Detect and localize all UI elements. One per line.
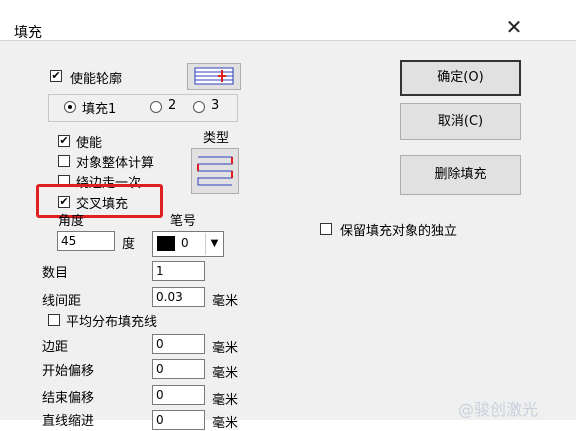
start-offset-input[interactable]: 0 [152,359,205,379]
keep-independent-checkbox[interactable] [320,223,332,235]
pen-color-swatch [157,236,175,251]
tab-fill1-radio[interactable] [64,101,76,113]
hatch-icon [194,67,234,85]
cross-fill-checkbox[interactable]: ✔ [58,196,70,208]
fill-tabs-group [48,94,238,122]
line-shrink-label: 直线缩进 [42,414,95,429]
margin-input[interactable]: 0 [152,334,205,354]
tab-fill2-radio[interactable] [150,101,162,113]
count-label: 数目 [42,266,69,281]
close-icon[interactable]: ✕ [503,17,525,39]
ok-button[interactable]: 确定(O) [400,60,521,96]
chevron-down-icon[interactable]: ▼ [205,233,223,255]
fill-type-button[interactable] [191,148,239,194]
zigzag-fill-icon [197,156,233,186]
delete-fill-button[interactable]: 删除填充 [400,155,521,195]
count-input[interactable]: 1 [152,261,205,281]
end-offset-label: 结束偏移 [42,391,95,406]
start-offset-unit: 毫米 [212,366,239,381]
pen-label: 笔号 [170,214,197,229]
line-spacing-label: 线间距 [42,294,82,309]
tab-fill3-radio[interactable] [193,101,205,113]
line-shrink-input[interactable]: 0 [152,410,205,430]
pen-select[interactable]: 0 ▼ [152,231,224,257]
line-spacing-unit: 毫米 [212,294,239,309]
fill-enable-label: 使能 [76,136,103,151]
margin-unit: 毫米 [212,341,239,356]
angle-label: 角度 [58,214,85,229]
tab-fill1-label[interactable]: 填充1 [82,98,116,117]
line-spacing-input[interactable]: 0.03 [152,287,205,307]
whole-calc-checkbox[interactable] [58,155,70,167]
start-offset-label: 开始偏移 [42,364,95,379]
angle-unit: 度 [122,237,136,252]
pen-value: 0 [181,236,189,250]
even-distribute-label: 平均分布填充线 [66,315,158,330]
whole-calc-label: 对象整体计算 [76,156,155,171]
margin-label: 边距 [42,340,69,355]
end-offset-input[interactable]: 0 [152,385,205,405]
title-bar [0,0,576,40]
type-label: 类型 [203,131,230,146]
end-offset-unit: 毫米 [212,393,239,408]
tab-fill2-label[interactable]: 2 [168,98,176,113]
even-distribute-checkbox[interactable] [48,314,60,326]
watermark: @骏创激光 [458,400,539,419]
outline-label: 使能轮廓 [70,72,123,87]
tab-fill3-label[interactable]: 3 [211,98,219,113]
line-shrink-unit: 毫米 [212,416,239,431]
fill-enable-checkbox[interactable]: ✔ [58,135,70,147]
outline-checkbox[interactable]: ✔ [50,70,62,82]
outline-pattern-button[interactable] [187,63,241,90]
window-title: 填充 [14,25,42,41]
angle-input[interactable]: 45 [57,231,115,251]
keep-independent-label: 保留填充对象的独立 [340,224,458,239]
cancel-button[interactable]: 取消(C) [400,103,521,140]
